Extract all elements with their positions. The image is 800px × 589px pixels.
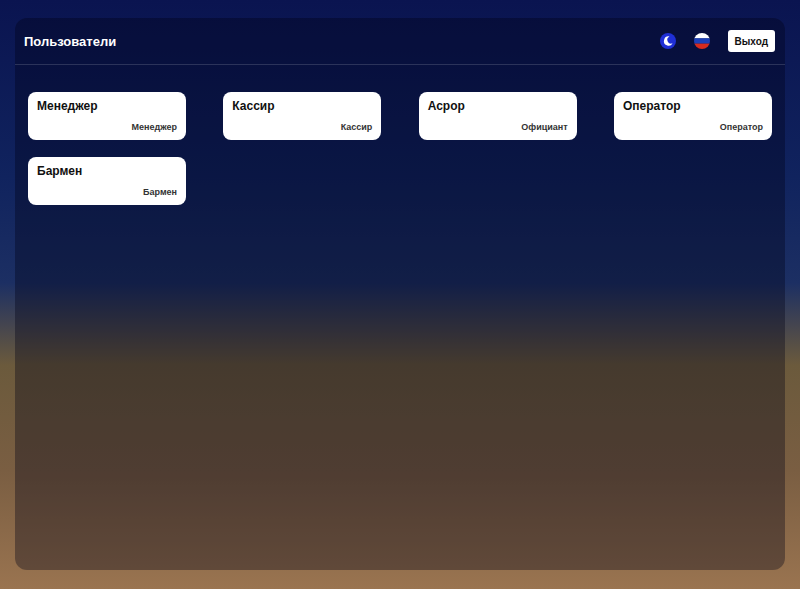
user-role: Кассир [232, 122, 372, 132]
russian-flag-icon [694, 33, 710, 49]
user-card[interactable]: Асрор Официант [419, 92, 577, 140]
user-name: Кассир [232, 99, 372, 113]
user-role: Менеджер [37, 122, 177, 132]
user-name: Бармен [37, 164, 177, 178]
user-list: Менеджер Менеджер Кассир Кассир Асрор Офиц… [15, 65, 785, 232]
user-card[interactable]: Бармен Бармен [28, 157, 186, 205]
language-toggle[interactable] [694, 33, 710, 49]
user-card[interactable]: Кассир Кассир [223, 92, 381, 140]
header: Пользователи Выход [15, 18, 785, 65]
user-name: Менеджер [37, 99, 177, 113]
user-card[interactable]: Оператор Оператор [614, 92, 772, 140]
moon-icon [660, 33, 676, 49]
user-name: Асрор [428, 99, 568, 113]
users-panel: Пользователи Выход Менеджер Менеджер Касс… [15, 18, 785, 570]
header-actions: Выход [660, 30, 775, 52]
user-role: Оператор [623, 122, 763, 132]
user-card[interactable]: Менеджер Менеджер [28, 92, 186, 140]
logout-button[interactable]: Выход [728, 30, 775, 52]
users-screen: Пользователи Выход Менеджер Менеджер Касс… [0, 0, 800, 589]
theme-toggle[interactable] [660, 33, 676, 49]
user-role: Бармен [37, 187, 177, 197]
user-name: Оператор [623, 99, 763, 113]
user-role: Официант [428, 122, 568, 132]
page-title: Пользователи [24, 34, 116, 49]
